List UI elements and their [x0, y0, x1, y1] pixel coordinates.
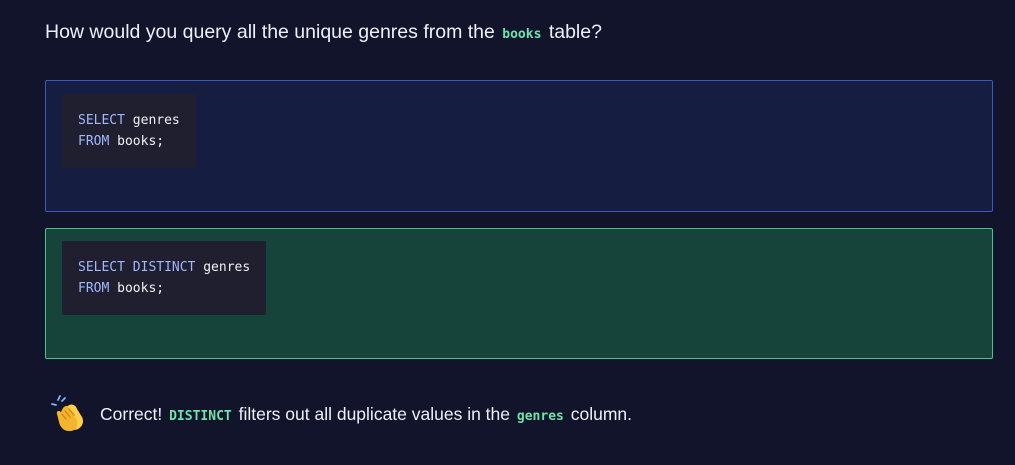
- answer-option-1[interactable]: SELECT genres FROM books;: [45, 80, 993, 212]
- sql-keyword: SELECT DISTINCT: [78, 260, 196, 275]
- clapping-hands-icon: [51, 395, 84, 432]
- sql-text: genres: [124, 113, 180, 128]
- sql-text: books;: [109, 134, 165, 149]
- question-prefix: How would you query all the unique genre…: [45, 21, 495, 43]
- sql-keyword: SELECT: [78, 113, 125, 128]
- feedback-inline-code: genres: [516, 408, 564, 424]
- feedback-middle: filters out all duplicate values in the: [238, 403, 511, 424]
- code-block: SELECT genres FROM books;: [62, 94, 196, 168]
- sql-text: books;: [109, 281, 165, 296]
- question-text: How would you query all the unique genre…: [45, 19, 602, 48]
- sql-text: genres: [195, 260, 251, 275]
- code-block: SELECT DISTINCT genres FROM books;: [62, 241, 267, 315]
- answer-option-2[interactable]: SELECT DISTINCT genres FROM books;: [45, 228, 993, 359]
- feedback-lead: Correct!: [100, 403, 163, 424]
- feedback-text: Correct! DISTINCT filters out all duplic…: [100, 404, 632, 425]
- question-inline-code: books: [502, 27, 542, 42]
- feedback-message: Correct! DISTINCT filters out all duplic…: [50, 394, 632, 434]
- sql-keyword: FROM: [78, 281, 110, 296]
- feedback-inline-code: DISTINCT: [169, 408, 232, 424]
- sql-keyword: FROM: [78, 134, 110, 149]
- question-suffix: table?: [548, 21, 602, 43]
- feedback-tail: column.: [570, 403, 633, 424]
